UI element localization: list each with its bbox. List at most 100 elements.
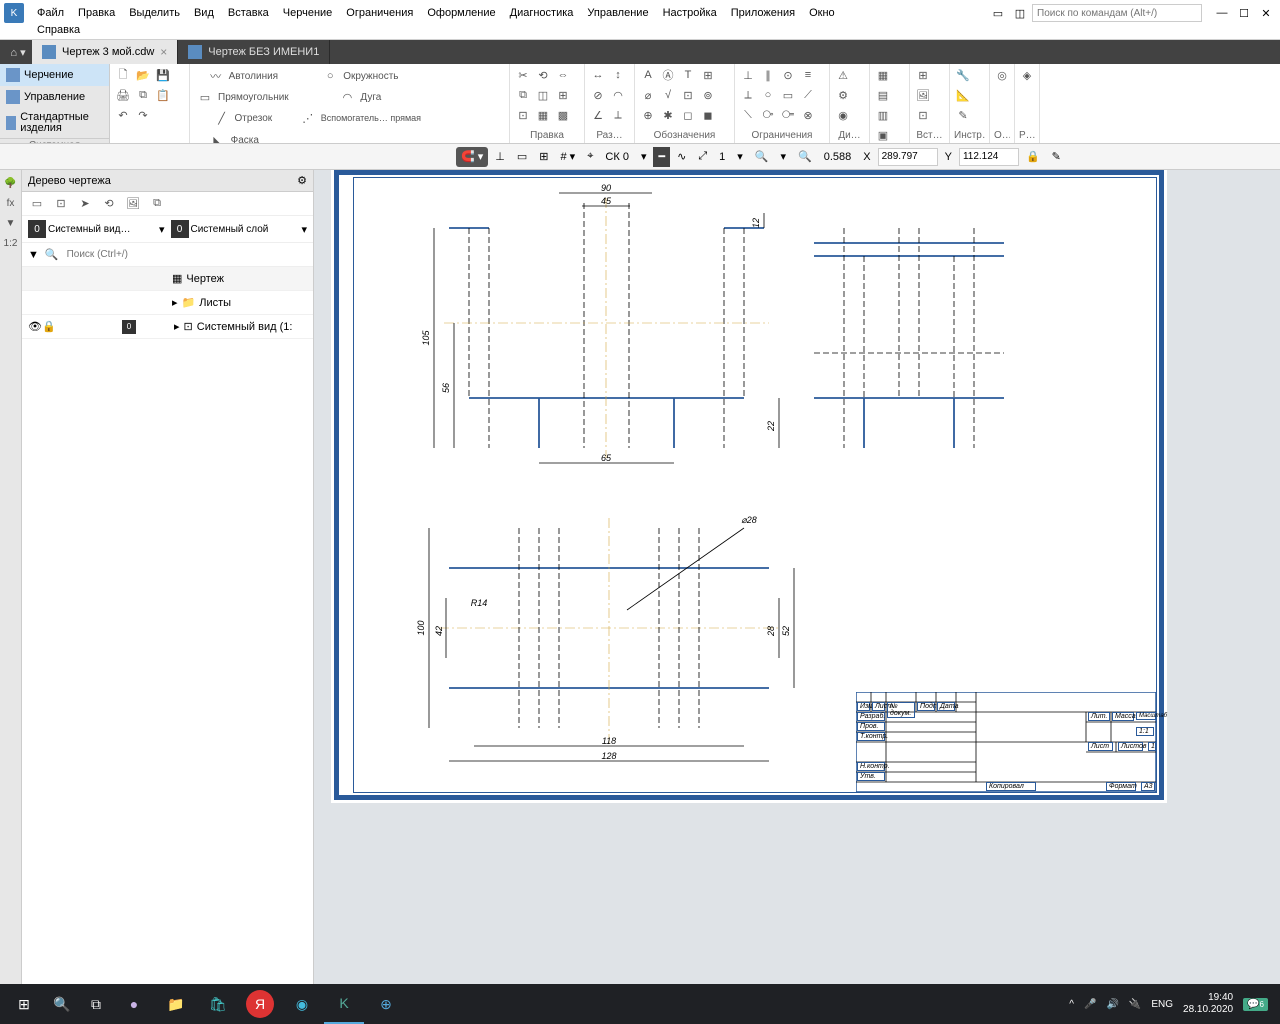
tray-mic-icon[interactable]: 🎤 [1084,999,1096,1010]
ins-icon-3[interactable]: ⊡ [914,106,932,124]
paste-icon[interactable]: 📋 [154,86,172,104]
menu-insert[interactable]: Вставка [221,5,276,21]
dim-icon-2[interactable]: ↕ [609,66,627,84]
view-icon-3[interactable]: ▥ [874,106,892,124]
sb-pen-icon[interactable]: ✎ [1047,147,1066,167]
side-manage[interactable]: Управление [0,86,109,108]
con-icon-1[interactable]: ⊥ [739,66,757,84]
tray-keyboard[interactable]: ENG [1151,999,1173,1010]
gear-icon[interactable]: ⚙ [297,174,307,187]
undo-icon[interactable]: ↶ [114,106,132,124]
taskbar-app-6[interactable]: ⊕ [366,984,406,1024]
annot-icon-9[interactable]: ⊕ [639,106,657,124]
layout-btn-2[interactable]: ◫ [1010,5,1030,21]
redo-icon[interactable]: ↷ [134,106,152,124]
tree-row-sysview[interactable]: 👁 🔒 0 ▸ ⊡ Системный вид (1: [22,315,313,339]
lt-filter-icon[interactable]: ▼ [2,214,20,232]
annot-icon-6[interactable]: √ [659,86,677,104]
edit-icon-5[interactable]: ◫ [534,86,552,104]
diag-icon-3[interactable]: ◉ [834,106,852,124]
lt-fx-icon[interactable]: fx [2,194,20,212]
con-icon-9[interactable]: ⟍ [739,106,757,124]
menu-settings[interactable]: Настройка [656,5,724,21]
coord-system[interactable]: СК 0 [600,147,634,167]
autoline-button[interactable]: 〰Автолиния [194,66,295,86]
auxline-button[interactable]: ⋰Вспомогатель… прямая [297,108,427,128]
lock-icon[interactable]: 🔒 [42,320,52,333]
sb-line-icon[interactable]: ━ [653,147,670,167]
tree-tool-2[interactable]: ⊡ [52,195,70,213]
minimize-button[interactable]: — [1212,5,1232,21]
taskbar-yandex[interactable]: Я [246,990,274,1018]
annot-icon-5[interactable]: ⌀ [639,86,657,104]
tree-row-drawing[interactable]: ▦ Чертеж [22,267,313,291]
edit-icon-1[interactable]: ✂ [514,66,532,84]
view-select[interactable]: 0 Системный вид… ▾ [28,220,165,238]
copy-icon[interactable]: ⧉ [134,86,152,104]
lt-tree-icon[interactable]: 🌳 [2,174,20,192]
con-icon-6[interactable]: ○ [759,86,777,104]
drawing-canvas[interactable]: 90 45 105 56 65 22 12 [314,170,1280,984]
sb-cs-icon[interactable]: ⌖ [582,147,598,167]
sb-ortho-icon[interactable]: ⊞ [534,147,553,167]
tray-network-icon[interactable]: 🔌 [1129,999,1141,1010]
taskbar-app-1[interactable]: ● [114,984,154,1024]
layout-btn-1[interactable]: ▭ [988,5,1008,21]
layer-select[interactable]: 0 Системный слой ▾ [171,220,308,238]
taskbar-edge[interactable]: ◉ [282,984,322,1024]
annot-icon-4[interactable]: ⊞ [699,66,717,84]
edit-icon-2[interactable]: ⟲ [534,66,552,84]
sb-grid-icon[interactable]: # ▾ [556,147,581,167]
edit-icon-4[interactable]: ⧉ [514,86,532,104]
taskbar-kompas[interactable]: K [324,984,364,1024]
sb-dd3[interactable]: ▾ [775,147,791,167]
o-icon[interactable]: ◎ [994,66,1010,84]
con-icon-3[interactable]: ⊙ [779,66,797,84]
menu-manage[interactable]: Управление [580,5,655,21]
tree-search-input[interactable] [65,247,307,262]
new-icon[interactable]: 🗋 [114,66,132,84]
sb-dd2[interactable]: ▾ [732,147,748,167]
taskbar-store[interactable]: 🛍 [198,984,238,1024]
doc-tab-2[interactable]: Чертеж БЕЗ ИМЕНИ1 [178,40,330,64]
menu-help[interactable]: Справка [30,22,87,38]
task-view-button[interactable]: ⧉ [80,984,112,1024]
menu-diag[interactable]: Диагностика [503,5,581,21]
save-icon[interactable]: 💾 [154,66,172,84]
chamfer-button[interactable]: ◣Фаска [194,130,278,143]
eye-icon[interactable]: 👁 [28,320,38,333]
edit-icon-6[interactable]: ⊞ [554,86,572,104]
search-button[interactable]: 🔍 [46,984,78,1024]
con-icon-11[interactable]: ⧃ [779,106,797,124]
menu-constraints[interactable]: Ограничения [339,5,420,21]
tree-tool-5[interactable]: 🖼 [124,195,142,213]
edit-icon-7[interactable]: ⊡ [514,106,532,124]
con-icon-12[interactable]: ⊗ [799,106,817,124]
sb-dim-icon[interactable]: ▭ [512,147,532,167]
view-icon-2[interactable]: ▤ [874,86,892,104]
open-icon[interactable]: 📂 [134,66,152,84]
con-icon-10[interactable]: ⧂ [759,106,777,124]
sb-perp-icon[interactable]: ⊥ [490,147,510,167]
tree-tool-3[interactable]: ➤ [76,195,94,213]
tray-chevron-icon[interactable]: ^ [1069,999,1074,1010]
r-icon[interactable]: ◈ [1019,66,1035,84]
filter-icon[interactable]: ▼ [28,249,39,261]
menu-file[interactable]: Файл [30,5,71,21]
sb-lock-icon[interactable]: 🔒 [1021,147,1045,167]
x-coord[interactable] [878,148,938,166]
tree-tool-1[interactable]: ▭ [28,195,46,213]
tray-volume-icon[interactable]: 🔊 [1106,999,1118,1010]
con-icon-4[interactable]: ≡ [799,66,817,84]
close-button[interactable]: ✕ [1256,5,1276,21]
menu-design[interactable]: Оформление [420,5,502,21]
menu-draw[interactable]: Черчение [276,5,340,21]
sb-curve-icon[interactable]: ∿ [672,147,691,167]
diag-icon-2[interactable]: ⚙ [834,86,852,104]
annot-icon-1[interactable]: A [639,66,657,84]
segment-button[interactable]: ╱Отрезок [194,108,295,128]
con-icon-5[interactable]: ⟂ [739,86,757,104]
taskbar-explorer[interactable]: 📁 [156,984,196,1024]
maximize-button[interactable]: ☐ [1234,5,1254,21]
edit-icon-8[interactable]: ▦ [534,106,552,124]
